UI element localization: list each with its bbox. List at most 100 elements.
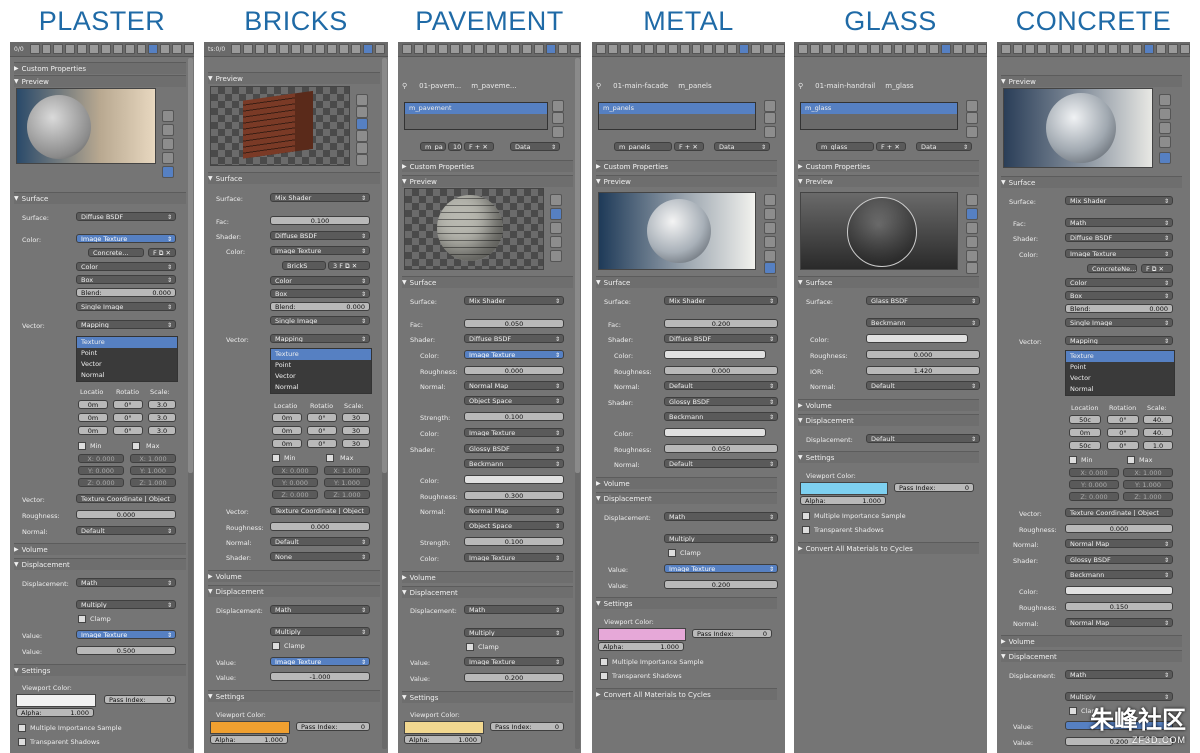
texture-name[interactable]: ConcreteNe... (1087, 264, 1137, 273)
color-swatch[interactable] (664, 350, 766, 359)
alpha-field[interactable]: Alpha: 1.000 (800, 496, 886, 505)
breadcrumb-object[interactable]: 01-main-handrail (815, 82, 875, 90)
loc-z[interactable]: 0m (272, 439, 302, 448)
scale-y[interactable]: 40. (1143, 428, 1173, 437)
mapping-list[interactable]: Texture Point Vector Normal (270, 348, 372, 394)
normal-select[interactable]: Default (664, 381, 778, 390)
roughness-field[interactable]: 0.000 (664, 366, 778, 375)
fac-field[interactable]: 0.050 (464, 319, 564, 328)
volume-header[interactable]: ▶ Volume (208, 570, 380, 582)
clamp-checkbox[interactable] (466, 643, 474, 651)
projection-color[interactable]: Color (76, 262, 176, 271)
surface-select[interactable]: Mix Shader (664, 296, 778, 305)
settings-header[interactable]: ▼ Settings (798, 451, 979, 463)
custom-properties-header[interactable]: ▶ Custom Properties (14, 62, 186, 74)
min-z[interactable]: Z: 0.000 (1069, 492, 1119, 501)
mapping-select[interactable]: Mapping (1065, 336, 1173, 345)
link-select[interactable]: Data (510, 142, 560, 151)
custom-properties-header[interactable]: ▶ Custom Properties (798, 160, 979, 172)
preview-header[interactable]: ▼ Preview (14, 75, 186, 87)
color-select[interactable]: Image Texture (464, 350, 564, 359)
surface-select[interactable]: Mix Shader (1065, 196, 1173, 205)
breadcrumb-material[interactable]: m_paveme... (471, 82, 516, 90)
viewport-color-swatch[interactable] (598, 628, 686, 641)
fac-field[interactable]: 0.200 (664, 319, 778, 328)
value-select[interactable]: Image Texture (270, 657, 370, 666)
color-select[interactable]: Image Texture (1065, 249, 1173, 258)
scale-x[interactable]: 30 (342, 413, 370, 422)
material-buttons[interactable]: F + ✕ (674, 142, 704, 151)
rot-z[interactable]: 0° (307, 439, 337, 448)
scale-z[interactable]: 1.0 (1143, 441, 1173, 450)
max-x[interactable]: X: 1.000 (324, 466, 370, 475)
volume-header[interactable]: ▶ Volume (14, 543, 186, 555)
scale-x[interactable]: 40. (1143, 415, 1173, 424)
min-y[interactable]: Y: 0.000 (1069, 480, 1119, 489)
shader2-select[interactable]: Glossy BSDF (464, 444, 564, 453)
roughness-field[interactable]: 0.000 (1065, 524, 1173, 533)
blend-field[interactable]: Blend: 0.000 (1065, 304, 1173, 313)
pass-index-field[interactable]: Pass Index: 0 (692, 629, 772, 638)
breadcrumb-material[interactable]: m_glass (885, 82, 913, 90)
material-buttons[interactable]: F + ✕ (464, 142, 494, 151)
normal-select[interactable]: Default (76, 526, 176, 535)
roughness2-field[interactable]: 0.150 (1065, 602, 1173, 611)
preview-header[interactable]: ▼ Preview (402, 175, 573, 187)
operation-select[interactable]: Multiply (464, 628, 564, 637)
scale-z[interactable]: 3.0 (148, 426, 176, 435)
displacement-select[interactable]: Math (76, 578, 176, 587)
min-x[interactable]: X: 0.000 (1069, 468, 1119, 477)
texture-buttons[interactable]: 3 F ⧉ ✕ (328, 261, 370, 270)
displacement-select[interactable]: Math (1065, 670, 1173, 679)
max-checkbox[interactable] (326, 454, 334, 462)
distribution-select[interactable]: Beckmann (464, 459, 564, 468)
viewport-color-swatch[interactable] (404, 721, 484, 734)
settings-header[interactable]: ▼ Settings (14, 664, 186, 676)
shader2-select[interactable]: Glossy BSDF (1065, 555, 1173, 564)
texture-buttons[interactable]: F ⧉ ✕ (1141, 264, 1173, 273)
pass-index-field[interactable]: Pass Index: 0 (104, 695, 176, 704)
texture-name[interactable]: BrickS (282, 261, 326, 270)
max-checkbox[interactable] (1127, 456, 1135, 464)
rot-y[interactable]: 0° (1107, 428, 1139, 437)
projection-box[interactable]: Box (1065, 291, 1173, 300)
preview-header[interactable]: ▼ Preview (798, 175, 979, 187)
value2-field[interactable]: 0.500 (76, 646, 176, 655)
normal2-select[interactable]: Default (664, 459, 778, 468)
pass-index-field[interactable]: Pass Index: 0 (894, 483, 974, 492)
volume-header[interactable]: ▶ Volume (1001, 635, 1182, 647)
material-slot-list[interactable]: m_panels (598, 102, 756, 130)
vector2-select[interactable]: Texture Coordinate | Object (270, 506, 370, 515)
ior-field[interactable]: 1.420 (866, 366, 980, 375)
transparent-shadows-checkbox[interactable] (18, 738, 26, 746)
blend-field[interactable]: Blend: 0.000 (270, 302, 370, 311)
min-x[interactable]: X: 0.000 (78, 454, 124, 463)
mis-checkbox[interactable] (600, 658, 608, 666)
material-name[interactable]: m_glass (816, 142, 874, 151)
shader-select[interactable]: Diffuse BSDF (1065, 233, 1173, 242)
volume-header[interactable]: ▶ Volume (798, 399, 979, 411)
surface-select[interactable]: Glass BSDF (866, 296, 980, 305)
surface-header[interactable]: ▼ Surface (208, 172, 380, 184)
max-x[interactable]: X: 1.000 (130, 454, 176, 463)
source-select[interactable]: Single Image (76, 302, 176, 311)
mis-checkbox[interactable] (802, 512, 810, 520)
properties-toolbar[interactable]: ts:0/0 (204, 42, 388, 57)
preview-header[interactable]: ▼ Preview (208, 72, 380, 84)
roughness-field[interactable]: 0.000 (866, 350, 980, 359)
material-slot-list[interactable]: m_pavement (404, 102, 548, 130)
surface-select[interactable]: Mix Shader (270, 193, 370, 202)
clamp-checkbox[interactable] (1069, 707, 1077, 715)
viewport-color-swatch[interactable] (210, 721, 290, 734)
shader-select[interactable]: Diffuse BSDF (464, 334, 564, 343)
distribution-select[interactable]: Beckmann (1065, 570, 1173, 579)
strength-field[interactable]: 0.100 (464, 412, 564, 421)
mapping-list[interactable]: Texture Point Vector Normal (76, 336, 178, 382)
value-select[interactable]: Image Texture (76, 630, 176, 639)
operation-select[interactable]: Multiply (664, 534, 778, 543)
transparent-shadows-checkbox[interactable] (600, 672, 608, 680)
min-z[interactable]: Z: 0.000 (272, 490, 318, 499)
surface-header[interactable]: ▼ Surface (596, 276, 777, 288)
normal2-select[interactable]: Normal Map (1065, 618, 1173, 627)
loc-x[interactable]: 50c (1069, 415, 1101, 424)
